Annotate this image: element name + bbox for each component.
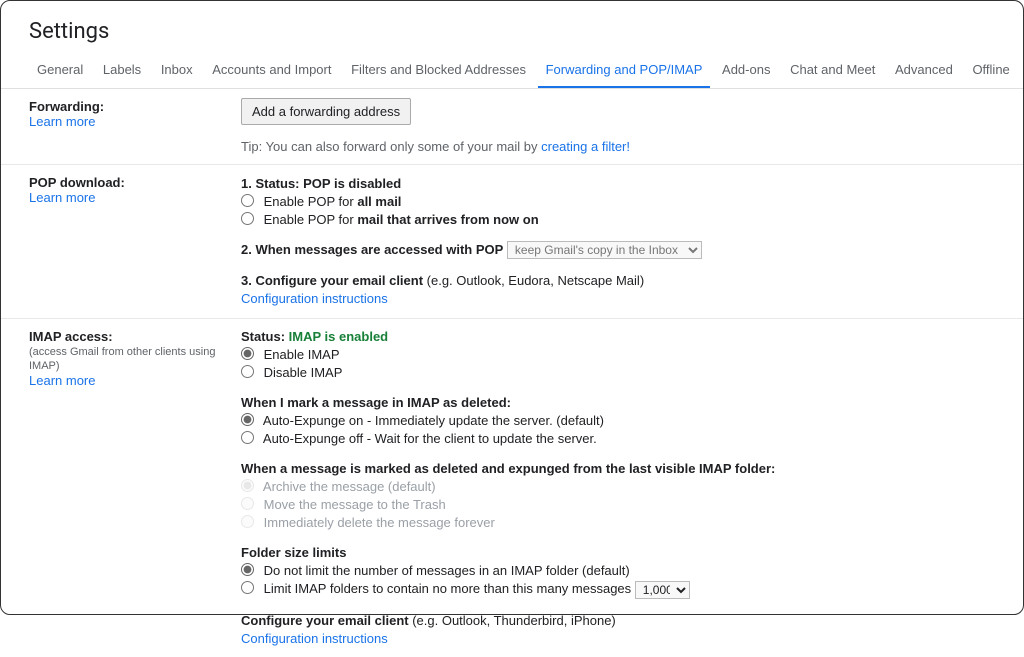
creating-a-filter-link[interactable]: creating a filter! <box>541 139 630 154</box>
pop-radio-all-mail[interactable] <box>241 194 254 207</box>
imap-limit[interactable]: Limit IMAP folders to contain no more th… <box>241 580 995 600</box>
imap-radio-expunge-off[interactable] <box>241 431 254 444</box>
imap-no-limit[interactable]: Do not limit the number of messages in a… <box>241 562 995 580</box>
forwarding-label: Forwarding: <box>29 99 241 114</box>
tabs-row: General Labels Inbox Accounts and Import… <box>1 54 1023 89</box>
tab-inbox[interactable]: Inbox <box>153 54 201 86</box>
imap-opt-enable[interactable]: Enable IMAP <box>241 346 995 364</box>
pop-opt-all-mail[interactable]: Enable POP for all mail <box>241 192 995 210</box>
forwarding-tip: Tip: You can also forward only some of y… <box>241 139 995 154</box>
pop-opt-new-mail[interactable]: Enable POP for mail that arrives from no… <box>241 210 995 228</box>
imap-radio-expunge-on[interactable] <box>241 413 254 426</box>
imap-trash: Move the message to the Trash <box>241 496 995 514</box>
pop-learn-more[interactable]: Learn more <box>29 190 95 205</box>
pop-radio-new-mail[interactable] <box>241 212 254 225</box>
tab-labels[interactable]: Labels <box>95 54 149 86</box>
imap-radio-enable[interactable] <box>241 347 254 360</box>
imap-learn-more[interactable]: Learn more <box>29 373 95 388</box>
page-title: Settings <box>1 1 1023 54</box>
section-pop: POP download: Learn more 1. Status: POP … <box>1 165 1023 319</box>
pop-status: 1. Status: POP is disabled <box>241 174 995 192</box>
tab-addons[interactable]: Add-ons <box>714 54 778 86</box>
imap-radio-delete-forever <box>241 515 254 528</box>
add-forwarding-address-button[interactable]: Add a forwarding address <box>241 98 411 125</box>
tab-accounts[interactable]: Accounts and Import <box>204 54 339 86</box>
tab-offline[interactable]: Offline <box>964 54 1017 86</box>
imap-archive: Archive the message (default) <box>241 478 995 496</box>
tab-forwarding-pop-imap[interactable]: Forwarding and POP/IMAP <box>538 54 711 88</box>
tab-chat-meet[interactable]: Chat and Meet <box>782 54 883 86</box>
imap-radio-disable[interactable] <box>241 365 254 378</box>
imap-delete-forever: Immediately delete the message forever <box>241 514 995 532</box>
pop-label: POP download: <box>29 175 241 190</box>
pop-accessed-select[interactable]: keep Gmail's copy in the Inbox <box>507 241 702 259</box>
settings-body: Forwarding: Learn more Add a forwarding … <box>1 89 1023 657</box>
imap-limit-select[interactable]: 1,000 <box>635 581 690 599</box>
imap-sublabel: (access Gmail from other clients using I… <box>29 345 241 373</box>
imap-folder-heading: Folder size limits <box>241 544 995 562</box>
imap-radio-no-limit[interactable] <box>241 563 254 576</box>
tab-advanced[interactable]: Advanced <box>887 54 961 86</box>
pop-configure-row: 3. Configure your email client (e.g. Out… <box>241 272 995 290</box>
imap-deleted-heading: When I mark a message in IMAP as deleted… <box>241 394 995 412</box>
tab-general[interactable]: General <box>29 54 91 86</box>
section-imap: IMAP access: (access Gmail from other cl… <box>1 319 1023 657</box>
imap-expunge-on[interactable]: Auto-Expunge on - Immediately update the… <box>241 412 995 430</box>
forwarding-learn-more[interactable]: Learn more <box>29 114 95 129</box>
imap-opt-disable[interactable]: Disable IMAP <box>241 364 995 382</box>
imap-radio-limit[interactable] <box>241 581 254 594</box>
section-forwarding: Forwarding: Learn more Add a forwarding … <box>1 89 1023 165</box>
imap-label: IMAP access: <box>29 329 241 344</box>
imap-radio-archive <box>241 479 254 492</box>
imap-expunged-heading: When a message is marked as deleted and … <box>241 460 995 478</box>
imap-configure-row: Configure your email client (e.g. Outloo… <box>241 611 995 629</box>
imap-expunge-off[interactable]: Auto-Expunge off - Wait for the client t… <box>241 430 995 448</box>
pop-accessed-row: 2. When messages are accessed with POP k… <box>241 240 995 260</box>
tab-filters[interactable]: Filters and Blocked Addresses <box>343 54 534 86</box>
imap-radio-trash <box>241 497 254 510</box>
imap-config-instructions[interactable]: Configuration instructions <box>241 631 388 646</box>
forwarding-tip-text: Tip: You can also forward only some of y… <box>241 139 541 154</box>
imap-status: Status: IMAP is enabled <box>241 328 995 346</box>
pop-config-instructions[interactable]: Configuration instructions <box>241 291 388 306</box>
